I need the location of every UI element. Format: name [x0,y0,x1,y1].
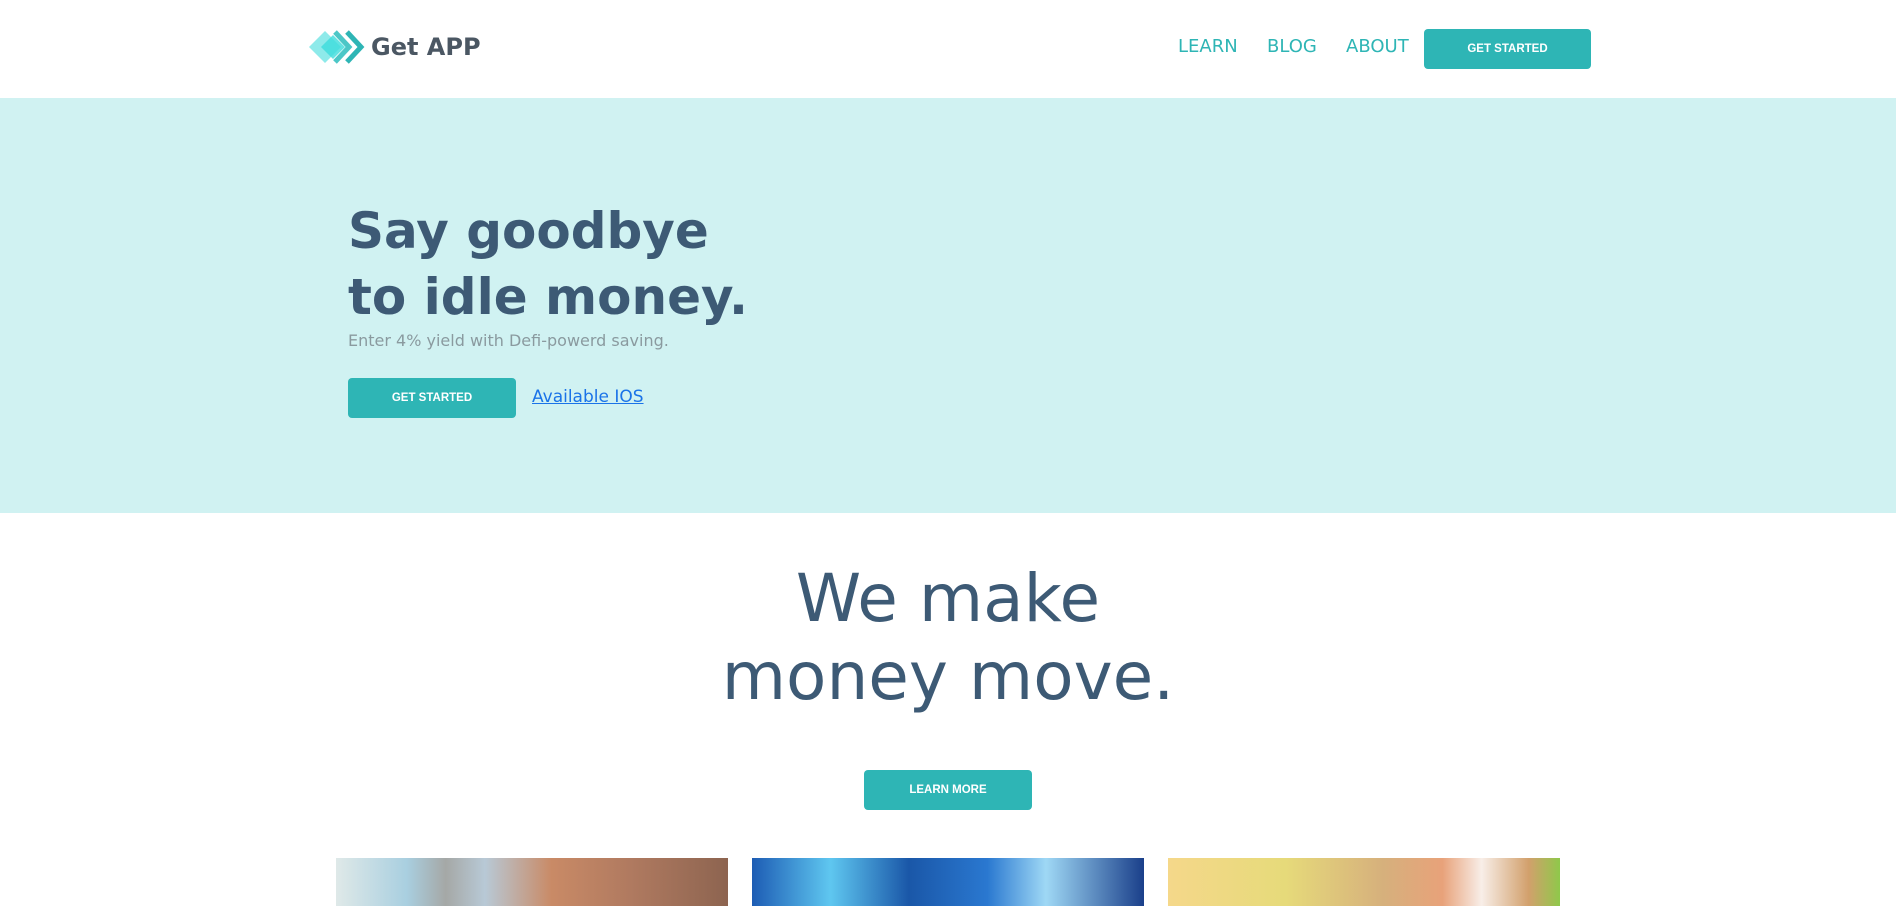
logo-text: Get APP [371,33,481,61]
hero-get-started-button[interactable]: GET STARTED [348,378,516,418]
section-title: We make money move. [0,560,1896,716]
hero-section [0,98,1896,513]
nav-about[interactable]: ABOUT [1346,36,1409,57]
feature-image-2 [752,858,1144,906]
nav-get-started-button[interactable]: GET STARTED [1424,29,1591,69]
hero-title: Say goodbye to idle money. [348,198,748,330]
nav-learn[interactable]: LEARN [1178,36,1238,57]
logo[interactable]: Get APP [309,30,481,64]
top-nav: Get APP LEARN BLOG ABOUT GET STARTED [0,0,1896,98]
feature-image-3 [1168,858,1560,906]
hero-subtitle: Enter 4% yield with Defi-powerd saving. [348,331,669,350]
hero-title-line1: Say goodbye [348,202,709,260]
section-title-line1: We make [795,560,1101,637]
hero-title-line2: to idle money. [348,268,748,326]
feature-image-1 [336,858,728,906]
learn-more-button[interactable]: LEARN MORE [864,770,1032,810]
available-ios-link[interactable]: Available IOS [532,387,644,407]
logo-icon [309,30,365,64]
nav-blog[interactable]: BLOG [1267,36,1317,57]
section-title-line2: money move. [721,638,1175,715]
